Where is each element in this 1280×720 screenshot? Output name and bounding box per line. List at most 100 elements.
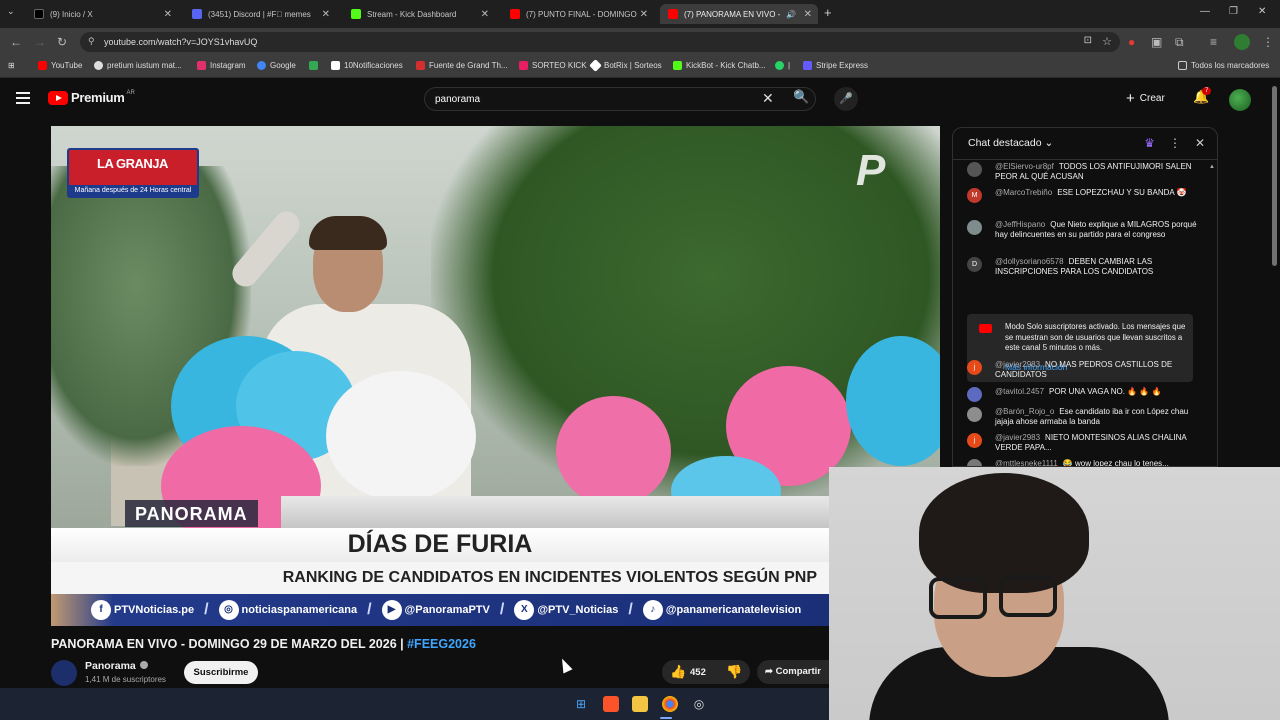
speaker-icon[interactable]: 🔊 [786,10,796,19]
hamburger-menu-icon[interactable] [16,92,30,107]
bookmark-star-icon[interactable]: ☆ [1102,35,1112,48]
scroll-up-icon[interactable]: ▲ [1209,164,1215,170]
la-granja-logo: LA GRANJA Mañana después de 24 Horas cen… [67,148,199,198]
folder-icon [1178,61,1187,70]
twitter-icon [331,61,340,70]
new-tab-button[interactable]: + [824,5,832,20]
close-chat-icon[interactable]: ✕ [1195,136,1205,150]
separator: / [628,601,633,618]
search-input[interactable]: panorama [424,87,816,111]
close-icon[interactable]: ✕ [164,9,172,20]
maximize-icon[interactable]: ❐ [1229,6,1238,17]
thumbs-down-icon[interactable]: 👎 [726,664,742,680]
close-icon[interactable]: ✕ [481,9,489,20]
tab-search-icon[interactable]: ⌄ [7,6,15,17]
file-explorer-icon[interactable] [632,696,648,712]
url-input[interactable]: ⚲ youtube.com/watch?v=JOYS1vhavUQ ☆ ⊡ [80,32,1120,52]
search-icon[interactable]: 🔍 [793,89,809,105]
back-icon[interactable]: ← [10,35,22,49]
discord-icon [192,9,202,19]
live-chat-panel: Chat destacado ⌄ ♛ ⋮ ✕ ▲ @ElSiervo-ur8pf… [952,127,1218,467]
like-dislike-group: 👍 452 👎 [662,660,750,684]
tab-kick-dashboard[interactable]: Stream - Kick Dashboard ✕ [343,4,495,24]
close-icon[interactable]: ✕ [640,9,648,20]
install-icon[interactable]: ⊡ [1084,35,1092,46]
bookmark-pretium[interactable]: pretium iustum mat... [94,61,182,70]
close-window-icon[interactable]: ✕ [1258,6,1266,17]
bookmark-stripe[interactable]: Stripe Express [803,61,868,70]
account-avatar[interactable] [1229,89,1251,111]
bookmark-google[interactable]: Google [257,61,296,70]
profile-avatar[interactable] [1234,34,1250,50]
bookmark-botrix[interactable]: BotRix | Sorteos [589,59,662,72]
video-title: PANORAMA EN VIVO - DOMINGO 29 DE MARZO D… [51,637,476,651]
browser-tab-bar: ⌄ (9) Inicio / X ✕ (3451) Discord | #F⃣ … [0,0,1280,28]
more-options-icon[interactable]: ⋮ [1169,136,1181,150]
microphone-icon[interactable]: 🎤 [834,87,858,111]
close-icon[interactable]: ✕ [804,9,812,20]
bookmark-sorteo-kick[interactable]: SORTEO KICK [519,61,587,70]
bookmark-instagram[interactable]: Instagram [197,61,246,70]
user-avatar [967,220,982,235]
hashtag-link[interactable]: #FEEG2026 [407,637,476,651]
tab-punto-final[interactable]: (7) PUNTO FINAL - DOMINGO ✕ [502,4,654,24]
minimize-icon[interactable]: — [1200,6,1210,17]
chat-message: @JeffHispano Que Nieto explique a MILAGRO… [967,220,1203,240]
instagram-icon [197,61,206,70]
pinwheel-icon [309,61,318,70]
reading-list-icon[interactable]: ≡ [1210,35,1217,49]
video-player[interactable]: LA GRANJA Mañana después de 24 Horas cen… [51,126,940,626]
user-avatar: M [967,188,982,203]
site-info-icon[interactable]: ⚲ [88,36,95,47]
lower-third-headline: DÍAS DE FURIA [51,528,829,562]
windows-start-icon[interactable]: ⊞ [573,696,589,712]
channel-name[interactable]: Panorama [85,660,148,672]
subscribe-button[interactable]: Suscribirme [184,661,258,684]
thumbs-up-icon[interactable]: 👍 [670,664,686,680]
font-icon [416,61,425,70]
facebook-icon: f [91,600,111,620]
webcam-overlay [829,467,1280,720]
obs-icon[interactable]: ◎ [691,696,707,712]
extension-record-icon[interactable]: ● [1128,35,1135,49]
social-x: X @PTV_Noticias [514,600,618,620]
forward-icon[interactable]: → [34,35,46,49]
separator: / [499,601,505,618]
extensions-puzzle-icon[interactable]: ⧉ [1175,35,1184,50]
extension-icon[interactable]: ▣ [1151,35,1162,49]
bookmark-notificaciones[interactable]: 10Notificaciones [331,61,403,70]
page-scrollbar[interactable] [1272,86,1277,266]
youtube-logo[interactable]: Premium AR [48,90,135,105]
youtube-play-icon [48,90,68,105]
tiktok-icon: ♪ [642,600,663,620]
like-count[interactable]: 452 [690,667,706,678]
channel-avatar[interactable] [51,660,77,686]
glasses-left [929,577,987,619]
bookmark-whatsapp[interactable]: | [775,61,790,70]
bookmark-gta-fuente[interactable]: Fuente de Grand Th... [416,61,508,70]
clear-search-icon[interactable]: ✕ [762,90,774,107]
whatsapp-icon [775,61,784,70]
create-button[interactable]: + Crear [1126,90,1165,107]
browser-menu-icon[interactable]: ⋮ [1262,35,1274,49]
user-avatar [967,162,982,177]
video-person-hair [309,216,387,250]
bookmark-kickbot[interactable]: KickBot - Kick Chatb... [673,61,766,70]
chat-mode-dropdown[interactable]: Chat destacado ⌄ [968,137,1053,149]
tab-twitter[interactable]: (9) Inicio / X ✕ [26,4,178,24]
lower-third-socials: f PTVNoticias.pe / ◎ noticiaspanamericana … [51,594,829,626]
close-icon[interactable]: ✕ [322,9,330,20]
brave-icon[interactable] [603,696,619,712]
tab-discord[interactable]: (3451) Discord | #F⃣ memes ✕ [184,4,336,24]
members-crown-icon[interactable]: ♛ [1144,136,1155,150]
user-avatar: j [967,433,982,448]
tab-panorama[interactable]: (7) PANORAMA EN VIVO - 🔊 ✕ [660,4,818,24]
reload-icon[interactable]: ↻ [57,35,67,49]
apps-grid-icon[interactable]: ⊞ [8,61,15,70]
chrome-icon[interactable] [662,696,678,712]
user-avatar [967,459,982,466]
chat-message-list[interactable]: ▲ @ElSiervo-ur8pf TODOS LOS ANTIFUJIMORI … [953,160,1217,466]
bookmark-youtube[interactable]: YouTube [38,61,82,70]
bookmark-pinwheel[interactable] [309,61,322,70]
all-bookmarks[interactable]: Todos los marcadores [1178,61,1269,70]
